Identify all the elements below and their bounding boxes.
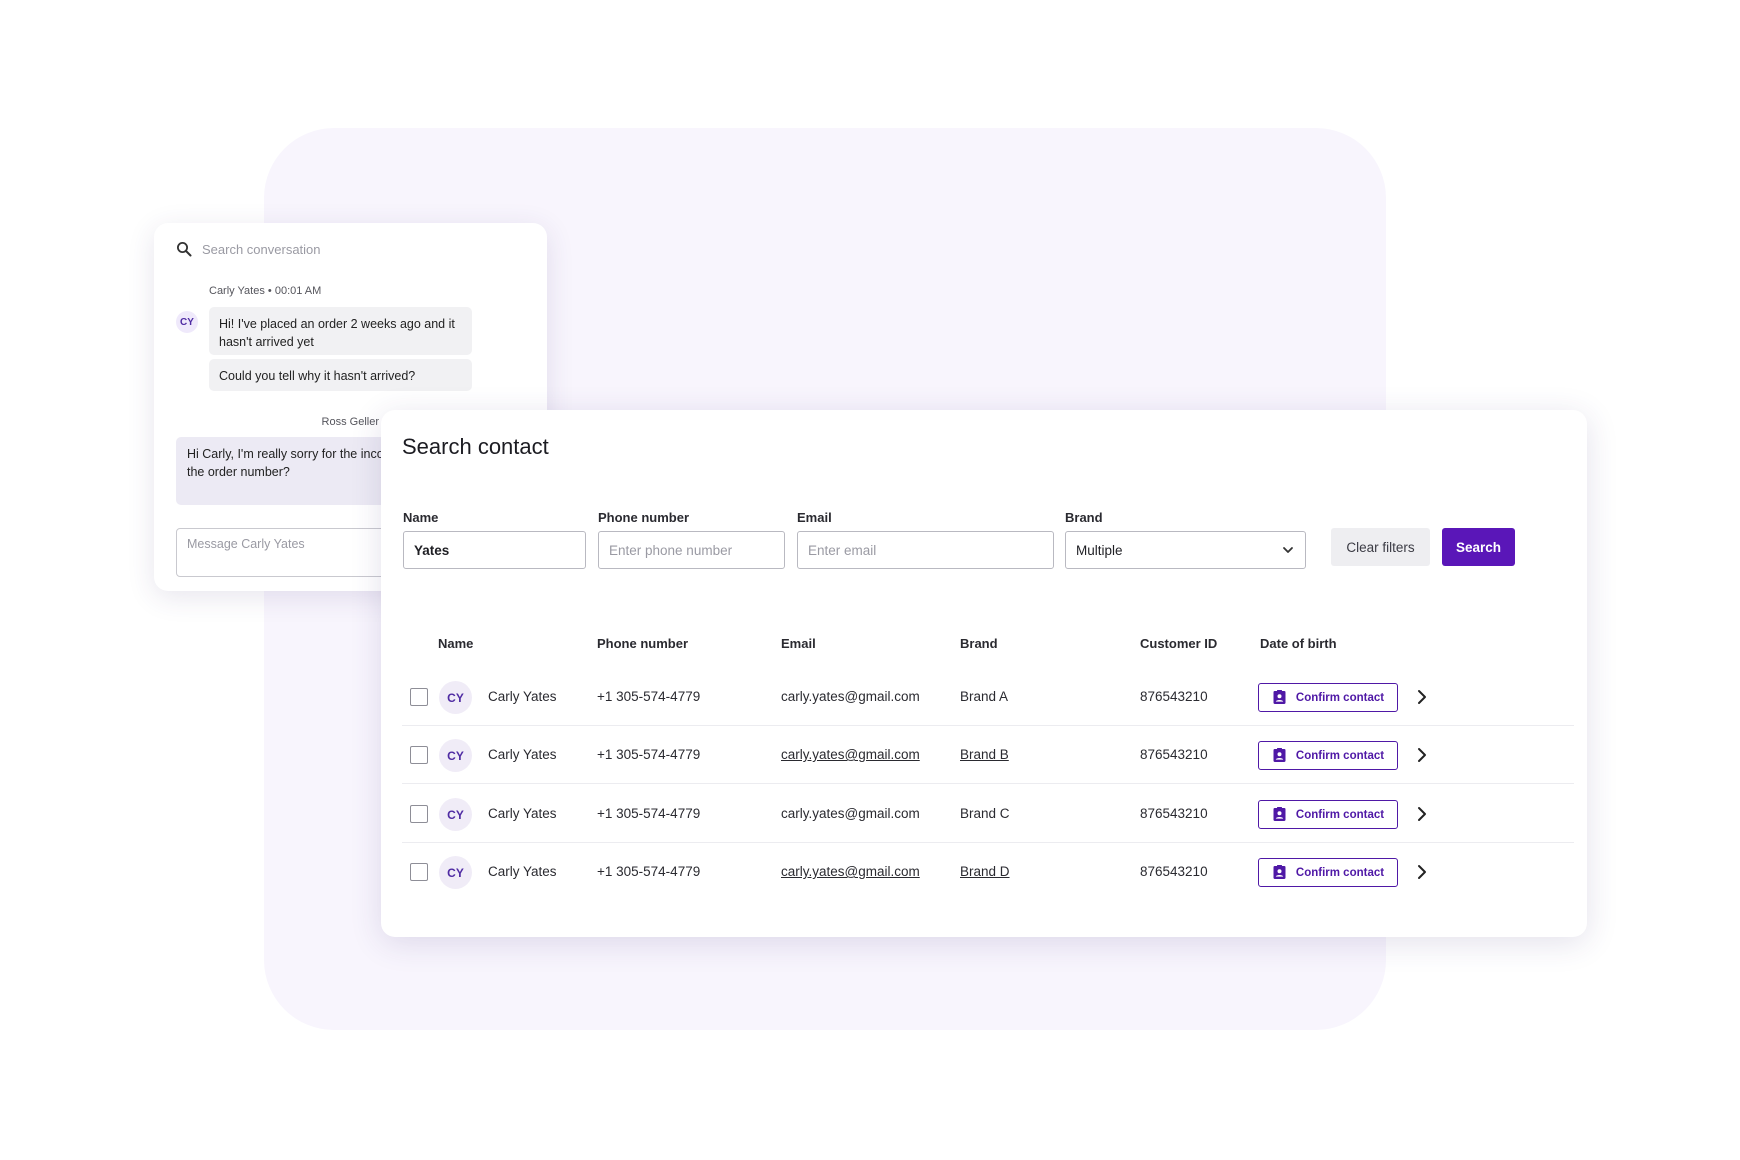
message-meta: Carly Yates • 00:01 AM	[209, 285, 321, 297]
customer-avatar: CY	[176, 311, 198, 333]
confirm-contact-label: Confirm contact	[1295, 749, 1385, 762]
contact-name: Carly Yates	[488, 806, 557, 821]
contact-card-icon	[1273, 690, 1286, 704]
row-checkbox[interactable]	[410, 863, 428, 881]
column-header-email: Email	[781, 636, 816, 651]
chevron-right-icon[interactable]	[1412, 804, 1432, 824]
incoming-message: Could you tell why it hasn't arrived?	[209, 359, 472, 391]
contact-card-icon	[1273, 807, 1286, 821]
search-icon	[177, 242, 192, 257]
confirm-contact-button[interactable]: Confirm contact	[1258, 741, 1398, 770]
chevron-right-icon[interactable]	[1412, 745, 1432, 765]
email-label: Email	[797, 510, 832, 525]
table-row: CY Carly Yates +1 305-574-4779 carly.yat…	[402, 843, 1574, 901]
confirm-contact-label: Confirm contact	[1295, 691, 1385, 704]
contact-card-icon	[1273, 748, 1286, 762]
page-title: Search contact	[402, 434, 549, 459]
name-input[interactable]	[414, 542, 575, 558]
contact-phone: +1 305-574-4779	[597, 806, 701, 821]
search-contact-panel: Search contact Name Phone number Email B…	[381, 410, 1587, 937]
contact-card-icon	[1273, 865, 1286, 879]
column-header-customer-id: Customer ID	[1140, 636, 1218, 651]
contact-name: Carly Yates	[488, 864, 557, 879]
stage: Carly Yates • 00:01 AM CY Hi! I've place…	[0, 0, 1740, 1160]
confirm-contact-button[interactable]: Confirm contact	[1258, 858, 1398, 887]
contact-customer-id: 876543210	[1140, 864, 1208, 879]
confirm-contact-button[interactable]: Confirm contact	[1258, 800, 1398, 829]
chevron-right-icon[interactable]	[1412, 862, 1432, 882]
conversation-search[interactable]	[176, 237, 502, 261]
meta-separator: •	[267, 285, 275, 297]
contact-email-link[interactable]: carly.yates@gmail.com	[781, 726, 920, 784]
contact-phone: +1 305-574-4779	[597, 747, 701, 762]
avatar: CY	[439, 798, 472, 831]
conversation-search-input[interactable]	[202, 241, 502, 257]
column-header-name: Name	[438, 636, 474, 651]
contact-email-link[interactable]: carly.yates@gmail.com	[781, 843, 920, 901]
avatar: CY	[439, 681, 472, 714]
table-row: CY Carly Yates +1 305-574-4779 carly.yat…	[402, 785, 1574, 843]
row-checkbox[interactable]	[410, 805, 428, 823]
contact-phone: +1 305-574-4779	[597, 864, 701, 879]
email-input[interactable]	[808, 542, 1043, 558]
contact-customer-id: 876543210	[1140, 689, 1208, 704]
name-field[interactable]	[403, 531, 586, 569]
confirm-contact-label: Confirm contact	[1295, 808, 1385, 821]
column-header-brand: Brand	[960, 636, 998, 651]
clear-filters-button[interactable]: Clear filters	[1331, 528, 1430, 566]
avatar: CY	[439, 856, 472, 889]
contact-customer-id: 876543210	[1140, 747, 1208, 762]
contact-name: Carly Yates	[488, 689, 557, 704]
confirm-contact-button[interactable]: Confirm contact	[1258, 683, 1398, 712]
chevron-right-icon[interactable]	[1412, 687, 1432, 707]
phone-input[interactable]	[609, 542, 774, 558]
phone-field[interactable]	[598, 531, 785, 569]
sender-name: Carly Yates	[209, 285, 265, 297]
contact-name: Carly Yates	[488, 747, 557, 762]
brand-select-value: Multiple	[1076, 542, 1123, 558]
agent-name: Ross Geller	[321, 416, 379, 428]
contact-brand: Brand C	[960, 806, 1010, 821]
row-checkbox[interactable]	[410, 746, 428, 764]
chevron-down-icon	[1283, 547, 1293, 553]
contact-brand: Brand A	[960, 689, 1009, 704]
search-button[interactable]: Search	[1442, 528, 1515, 566]
contact-email: carly.yates@gmail.com	[781, 806, 920, 821]
brand-select[interactable]: Multiple	[1065, 531, 1306, 569]
message-timestamp: 00:01 AM	[274, 285, 322, 297]
table-row: CY Carly Yates +1 305-574-4779 carly.yat…	[402, 726, 1574, 784]
contact-brand-link[interactable]: Brand B	[960, 726, 1009, 784]
avatar: CY	[439, 739, 472, 772]
table-row: CY Carly Yates +1 305-574-4779 carly.yat…	[402, 668, 1574, 726]
column-header-phone: Phone number	[597, 636, 689, 651]
name-label: Name	[403, 510, 439, 525]
phone-label: Phone number	[598, 510, 690, 525]
email-field[interactable]	[797, 531, 1054, 569]
contact-email: carly.yates@gmail.com	[781, 689, 920, 704]
contact-brand-link[interactable]: Brand D	[960, 843, 1010, 901]
confirm-contact-label: Confirm contact	[1295, 866, 1385, 879]
row-checkbox[interactable]	[410, 688, 428, 706]
contact-phone: +1 305-574-4779	[597, 689, 701, 704]
contact-customer-id: 876543210	[1140, 806, 1208, 821]
column-header-date-of-birth: Date of birth	[1260, 636, 1337, 651]
brand-label: Brand	[1065, 510, 1103, 525]
incoming-message: Hi! I've placed an order 2 weeks ago and…	[209, 307, 472, 355]
